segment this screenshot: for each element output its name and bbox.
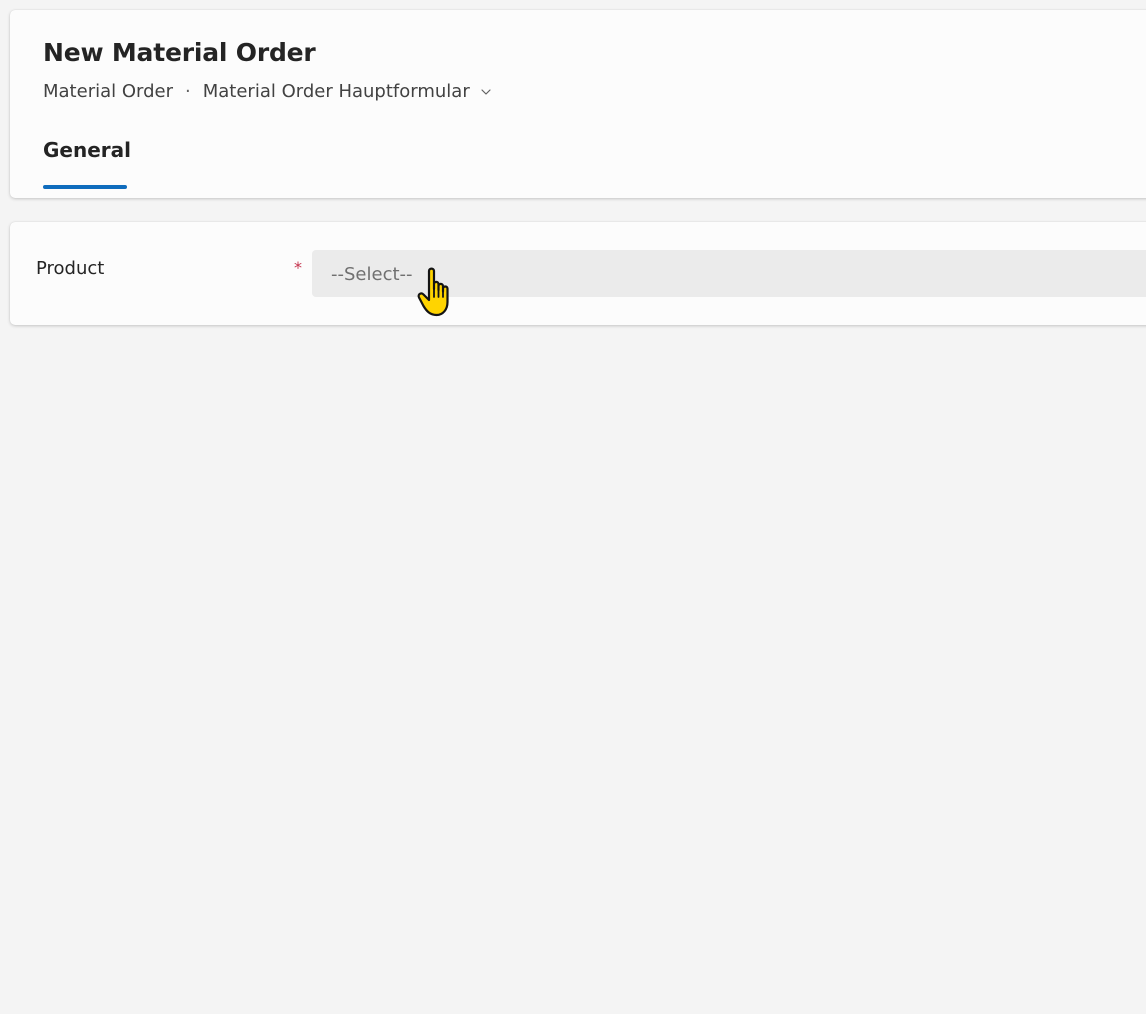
entity-name: Material Order [43,81,173,102]
breadcrumb: Material Order · Material Order Hauptfor… [43,81,492,102]
product-select-placeholder: --Select-- [331,264,413,285]
required-indicator: * [294,258,302,277]
page-title: New Material Order [43,38,316,67]
product-field-label: Product [36,258,105,279]
chevron-down-icon [481,88,491,95]
form-name: Material Order Hauptformular [202,81,470,102]
hand-cursor-icon [417,267,449,317]
tab-general[interactable]: General [43,138,131,162]
tab-general-selected-indicator [43,185,127,189]
breadcrumb-separator: · [185,81,191,102]
record-header: New Material Order Material Order · Mate… [10,10,1146,198]
general-section: Product * --Select-- [10,222,1146,325]
form-selector[interactable]: Material Order Hauptformular [203,81,492,102]
